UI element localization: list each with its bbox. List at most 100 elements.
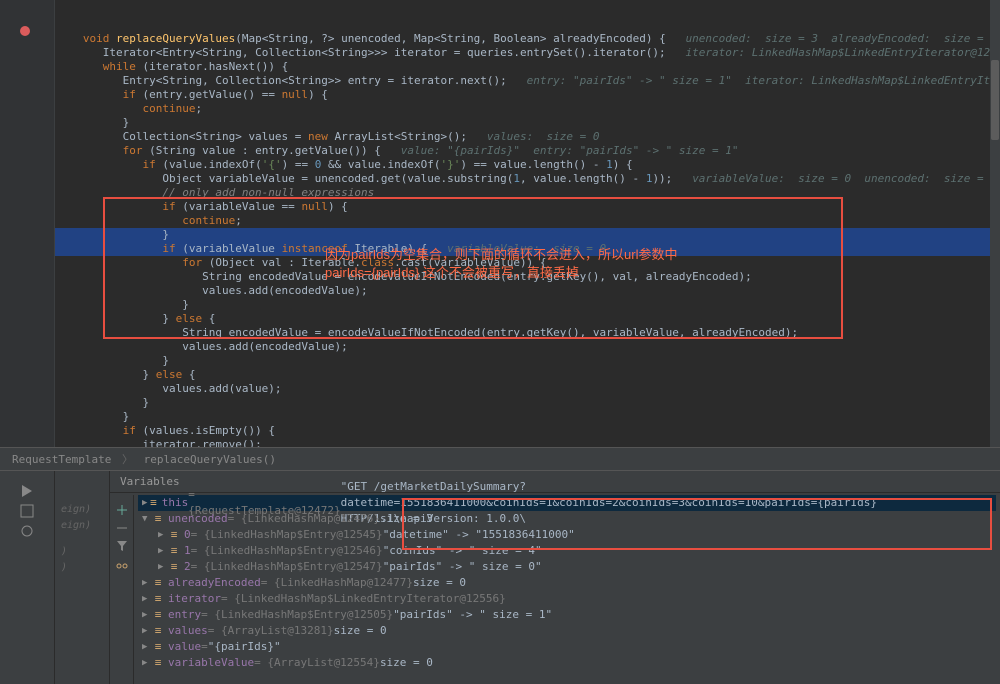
variable-value: size = 0 [413, 575, 466, 591]
variable-icon: ≡ [152, 657, 164, 669]
expand-icon[interactable]: ▶ [142, 639, 152, 655]
code-line[interactable]: if (values.isEmpty()) { [63, 424, 992, 438]
rerun-icon[interactable] [19, 483, 35, 499]
variable-row[interactable]: ▶≡2 = {LinkedHashMap$Entry@12547} "pairI… [138, 559, 996, 575]
variable-name: 0 [184, 527, 191, 543]
breadcrumb-method[interactable]: replaceQueryValues() [144, 453, 276, 466]
code-line[interactable]: Object variableValue = unencoded.get(val… [63, 172, 992, 186]
variable-value: "pairIds" -> " size = 1" [393, 607, 552, 623]
filter-icon[interactable] [115, 539, 129, 553]
variable-value: "{pairIds}" [208, 639, 281, 655]
code-line[interactable]: } else { [63, 312, 992, 326]
variable-icon: ≡ [149, 497, 158, 509]
expand-icon[interactable]: ▶ [142, 575, 152, 591]
frame-item[interactable]: eign) [57, 502, 107, 517]
variable-value: "datetime" -> "1551836411000" [383, 527, 575, 543]
code-line[interactable]: while (iterator.hasNext()) { [63, 60, 992, 74]
code-line[interactable]: values.add(value); [63, 382, 992, 396]
variable-icon: ≡ [152, 609, 164, 621]
variable-type: = {LinkedHashMap$Entry@12546} [191, 543, 383, 559]
code-line[interactable]: for (String value : entry.getValue()) { … [63, 144, 992, 158]
breadcrumb[interactable]: RequestTemplate 〉 replaceQueryValues() [0, 447, 1000, 470]
remove-watch-icon[interactable] [115, 521, 129, 535]
variable-name: iterator [168, 591, 221, 607]
variable-row[interactable]: ▶≡this = {RequestTemplate@12472} "GET /g… [138, 495, 996, 511]
settings-icon[interactable] [19, 523, 35, 539]
variable-value: size = 0 [334, 623, 387, 639]
variable-icon: ≡ [168, 529, 180, 541]
variable-name: 1 [184, 543, 191, 559]
variables-tree[interactable]: ▶≡this = {RequestTemplate@12472} "GET /g… [134, 493, 1000, 673]
variable-row[interactable]: ▶≡variableValue = {ArrayList@12554} size… [138, 655, 996, 671]
variable-row[interactable]: ▶≡0 = {LinkedHashMap$Entry@12545} "datet… [138, 527, 996, 543]
code-line[interactable]: Iterator<Entry<String, Collection<String… [63, 46, 992, 60]
variable-type: = {LinkedHashMap$Entry@12547} [191, 559, 383, 575]
code-line[interactable]: void replaceQueryValues(Map<String, ?> u… [63, 32, 992, 46]
variable-row[interactable]: ▶≡ values = {ArrayList@13281} size = 0 [138, 623, 996, 639]
code-line[interactable]: } [63, 410, 992, 424]
variable-row[interactable]: ▶≡ iterator = {LinkedHashMap$LinkedEntryI… [138, 591, 996, 607]
code-line[interactable]: String encodedValue = encodeValueIfNotEn… [63, 270, 992, 284]
variable-name: alreadyEncoded [168, 575, 261, 591]
breadcrumb-class[interactable]: RequestTemplate [12, 453, 111, 466]
code-line[interactable]: } else { [63, 368, 992, 382]
code-line[interactable]: } [55, 228, 1000, 242]
editor-scrollbar[interactable] [990, 0, 1000, 447]
code-line[interactable]: Collection<String> values = new ArrayLis… [63, 130, 992, 144]
code-line[interactable]: String encodedValue = encodeValueIfNotEn… [63, 326, 992, 340]
code-line[interactable]: continue; [63, 102, 992, 116]
variable-name: values [168, 623, 208, 639]
variable-icon: ≡ [152, 625, 164, 637]
variable-type: = [201, 639, 208, 655]
variable-value: "coinIds" -> " size = 4" [383, 543, 542, 559]
layout-icon[interactable] [19, 503, 35, 519]
code-line[interactable]: values.add(encodedValue); [63, 340, 992, 354]
variable-icon: ≡ [152, 593, 164, 605]
frame-item[interactable]: ) [57, 560, 107, 575]
frame-item[interactable]: ) [57, 544, 107, 559]
code-line[interactable]: values.add(encodedValue); [63, 284, 992, 298]
variable-name: entry [168, 607, 201, 623]
expand-icon[interactable]: ▶ [158, 527, 168, 543]
breakpoint-icon[interactable] [20, 26, 30, 36]
variable-row[interactable]: ▶≡entry = {LinkedHashMap$Entry@12505} "p… [138, 607, 996, 623]
variable-value: "GET /getMarketDailySummary?datetime=155… [341, 479, 996, 527]
code-line[interactable]: } [63, 298, 992, 312]
code-line[interactable]: if (variableValue instanceof Iterable) {… [55, 242, 1000, 256]
code-line[interactable]: } [63, 354, 992, 368]
frame-item[interactable] [57, 539, 107, 543]
expand-icon[interactable]: ▶ [142, 623, 152, 639]
code-line[interactable]: if (variableValue == null) { [63, 200, 992, 214]
variable-type: = {ArrayList@13281} [208, 623, 334, 639]
expand-icon[interactable]: ▶ [142, 655, 152, 671]
code-line[interactable]: continue; [63, 214, 992, 228]
code-line[interactable]: // only add non-null expressions [63, 186, 992, 200]
expand-icon[interactable]: ▼ [142, 511, 152, 527]
variable-icon: ≡ [152, 513, 164, 525]
frame-item[interactable]: eign) [57, 518, 107, 533]
add-watch-icon[interactable] [115, 503, 129, 517]
code-line[interactable]: } [63, 396, 992, 410]
variable-row[interactable]: ▶≡alreadyEncoded = {LinkedHashMap@12477}… [138, 575, 996, 591]
variable-value: "pairIds" -> " size = 0" [383, 559, 542, 575]
variable-type: = {LinkedHashMap@12476} [228, 511, 380, 527]
code-line[interactable]: if (value.indexOf('{') == 0 && value.ind… [63, 158, 992, 172]
variable-icon: ≡ [168, 545, 180, 557]
frame-item[interactable] [57, 534, 107, 538]
expand-icon[interactable]: ▶ [142, 591, 152, 607]
expand-icon[interactable]: ▶ [158, 559, 168, 575]
expand-icon[interactable]: ▶ [142, 495, 149, 511]
code-line[interactable]: Entry<String, Collection<String>> entry … [63, 74, 992, 88]
variable-icon: ≡ [152, 577, 164, 589]
glasses-icon[interactable] [115, 557, 129, 571]
code-line[interactable]: } [63, 116, 992, 130]
code-line[interactable]: iterator.remove(); [63, 438, 992, 447]
variable-row[interactable]: ▶≡value = "{pairIds}" [138, 639, 996, 655]
code-editor[interactable]: void replaceQueryValues(Map<String, ?> u… [55, 0, 1000, 447]
variable-row[interactable]: ▶≡ 1 = {LinkedHashMap$Entry@12546} "coinI… [138, 543, 996, 559]
code-line[interactable]: if (entry.getValue() == null) { [63, 88, 992, 102]
code-line[interactable]: for (Object val : Iterable.class.cast(va… [63, 256, 992, 270]
expand-icon[interactable]: ▶ [142, 607, 152, 623]
variable-type: = {LinkedHashMap$LinkedEntryIterator@125… [221, 591, 506, 607]
expand-icon[interactable]: ▶ [158, 543, 168, 559]
